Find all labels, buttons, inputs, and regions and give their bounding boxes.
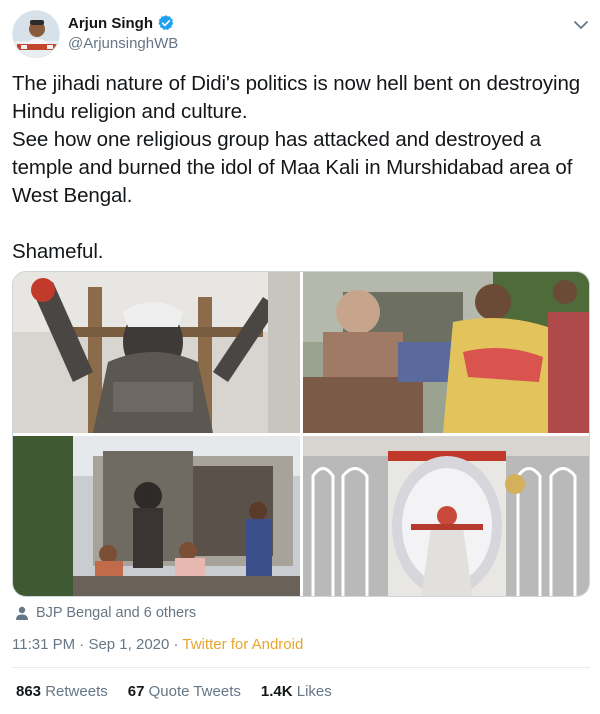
meta-separator: · xyxy=(75,636,89,653)
likes-label: Likes xyxy=(296,683,332,700)
author-display-name[interactable]: Arjun Singh xyxy=(68,15,153,32)
tweet-paragraph: Shameful. xyxy=(12,240,104,263)
tweet-paragraph: See how one religious group has attacked… xyxy=(12,128,573,207)
photo-men-removing-idol[interactable] xyxy=(13,436,300,596)
retweets-label: Retweets xyxy=(45,683,108,700)
author-handle[interactable]: @ArjunsinghWB xyxy=(68,34,178,54)
photo-damaged-idol[interactable] xyxy=(13,272,300,433)
social-context-text: BJP Bengal and 6 others xyxy=(36,605,197,621)
retweets-stat[interactable]: 863 Retweets xyxy=(16,683,108,700)
tweet-meta: 11:31 PM · Sep 1, 2020 · Twitter for And… xyxy=(12,636,303,653)
chevron-down-icon[interactable] xyxy=(572,16,590,34)
engagement-stats: 863 Retweets 67 Quote Tweets 1.4K Likes xyxy=(16,683,352,700)
likes-count: 1.4K xyxy=(260,683,293,700)
social-context[interactable]: BJP Bengal and 6 others xyxy=(14,605,196,621)
verified-badge-icon xyxy=(157,14,175,32)
quote-tweets-label: Quote Tweets xyxy=(148,683,241,700)
tweet-time[interactable]: 11:31 PM xyxy=(12,636,75,653)
quote-tweets-stat[interactable]: 67 Quote Tweets xyxy=(128,683,241,700)
photo-durga-idol-behind-gate[interactable] xyxy=(303,436,589,596)
tweet-date[interactable]: Sep 1, 2020 xyxy=(88,636,169,653)
photo-crowd-at-temple[interactable] xyxy=(303,272,589,433)
quote-tweets-count: 67 xyxy=(127,683,145,700)
divider xyxy=(12,667,590,668)
likes-stat[interactable]: 1.4K Likes xyxy=(261,683,332,700)
person-icon xyxy=(14,605,30,621)
meta-separator: · xyxy=(169,636,183,653)
media-grid xyxy=(12,271,590,597)
tweet-paragraph: The jihadi nature of Didi's politics is … xyxy=(12,72,581,123)
tweet-source-link[interactable]: Twitter for Android xyxy=(182,636,303,653)
tweet-text: The jihadi nature of Didi's politics is … xyxy=(12,70,588,266)
tweet-paragraph-gap xyxy=(12,210,588,238)
avatar[interactable] xyxy=(12,10,60,58)
retweets-count: 863 xyxy=(16,683,42,700)
tweet-header: Arjun Singh @ArjunsinghWB xyxy=(12,10,590,60)
